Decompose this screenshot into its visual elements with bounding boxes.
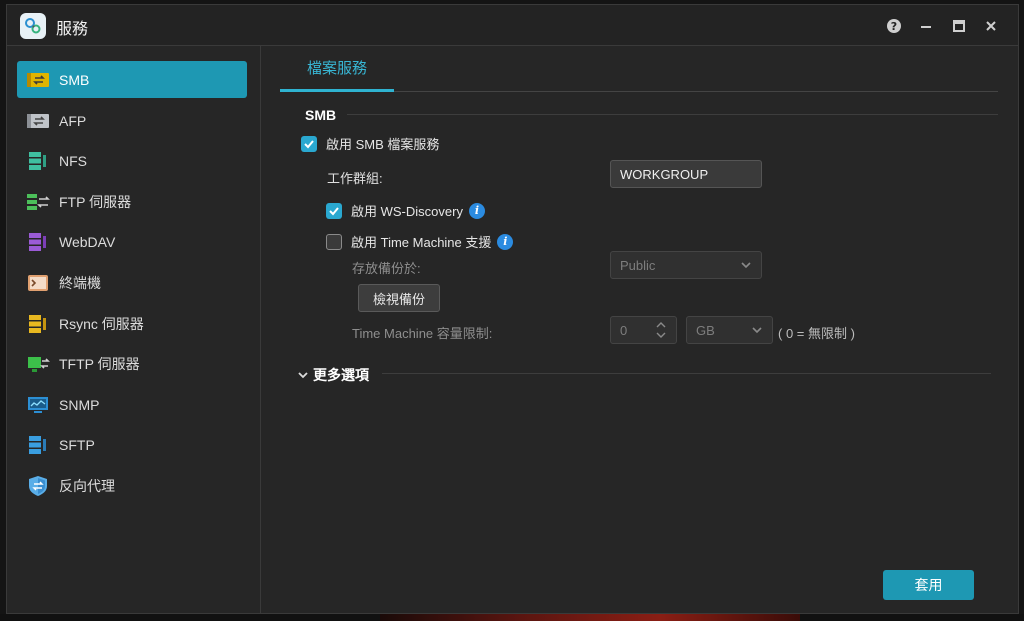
sidebar-item-nfs[interactable]: NFS <box>17 142 247 179</box>
sidebar-item-rsync[interactable]: Rsync 伺服器 <box>17 305 247 342</box>
more-options-toggle[interactable]: 更多選項 <box>297 365 369 385</box>
time-machine-checkbox[interactable]: 啟用 Time Machine 支援 i <box>326 232 514 251</box>
capacity-label: Time Machine 容量限制: <box>352 326 493 341</box>
title-bar: 服務 ? <box>7 5 1018 46</box>
sftp-icon <box>25 434 51 456</box>
more-options-divider <box>382 373 991 374</box>
sidebar-item-webdav[interactable]: WebDAV <box>17 223 247 260</box>
stepper-arrows-icon[interactable] <box>656 320 666 340</box>
window-title: 服務 <box>56 21 89 38</box>
smb-icon <box>25 69 51 91</box>
capacity-unit-select[interactable]: GB <box>686 316 773 344</box>
backup-location-label: 存放備份於: <box>352 261 421 276</box>
sidebar-item-snmp[interactable]: SNMP <box>17 386 247 423</box>
sidebar-item-ftp[interactable]: FTP 伺服器 <box>17 183 247 220</box>
chevron-down-icon <box>752 327 762 334</box>
maximize-icon[interactable] <box>950 17 968 35</box>
chevron-down-icon <box>741 262 751 269</box>
webdav-icon <box>25 231 51 253</box>
close-icon[interactable] <box>982 17 1000 35</box>
sidebar-item-smb[interactable]: SMB <box>17 61 247 98</box>
section-divider <box>347 114 998 115</box>
svg-text:?: ? <box>891 20 897 33</box>
sidebar-item-afp[interactable]: AFP <box>17 102 247 139</box>
checkbox-checked-icon <box>301 135 317 152</box>
tftp-icon <box>25 353 51 375</box>
section-title: SMB <box>305 107 337 123</box>
workgroup-input[interactable]: WORKGROUP <box>610 160 762 188</box>
enable-smb-checkbox[interactable]: 啟用 SMB 檔案服務 <box>301 134 439 153</box>
nfs-icon <box>25 150 51 172</box>
ws-discovery-checkbox[interactable]: 啟用 WS-Discovery i <box>326 201 485 220</box>
capacity-hint: ( 0 = 無限制 ) <box>778 326 855 341</box>
tab-file-services[interactable]: 檔案服務 <box>280 46 394 92</box>
checkbox-checked-icon <box>326 202 342 219</box>
sidebar-item-sftp[interactable]: SFTP <box>17 426 247 463</box>
terminal-icon <box>25 272 51 294</box>
chevron-down-icon <box>298 372 308 379</box>
backup-location-select[interactable]: Public <box>610 251 762 279</box>
main-panel: 檔案服務 SMB 啟用 SMB 檔案服務 工作群組: WORKGROUP 啟用 … <box>262 46 1018 613</box>
services-window: 服務 ? SMB AFP NFS FTP 伺服器 WebDAV 終端機 Rsyn… <box>6 4 1019 614</box>
desktop-wallpaper <box>380 614 800 621</box>
rsync-icon <box>25 313 51 335</box>
tab-bar: 檔案服務 <box>280 46 998 92</box>
capacity-stepper[interactable]: 0 <box>610 316 677 344</box>
app-icon <box>20 13 46 39</box>
checkbox-unchecked-icon <box>326 233 342 250</box>
help-icon[interactable]: ? <box>885 17 903 35</box>
sidebar: SMB AFP NFS FTP 伺服器 WebDAV 終端機 Rsync 伺服器… <box>7 46 261 613</box>
apply-button[interactable]: 套用 <box>883 570 974 600</box>
snmp-icon <box>25 394 51 416</box>
view-backup-button[interactable]: 檢視備份 <box>358 284 440 312</box>
reverse-proxy-icon <box>25 475 51 497</box>
workgroup-label: 工作群組: <box>327 171 383 186</box>
info-icon[interactable]: i <box>468 202 485 219</box>
minimize-icon[interactable] <box>917 17 935 35</box>
desktop-background <box>0 614 1024 621</box>
ftp-icon <box>25 191 51 213</box>
sidebar-item-terminal[interactable]: 終端機 <box>17 264 247 301</box>
sidebar-item-tftp[interactable]: TFTP 伺服器 <box>17 345 247 382</box>
afp-icon <box>25 110 51 132</box>
info-icon[interactable]: i <box>497 233 514 250</box>
sidebar-item-reverse-proxy[interactable]: 反向代理 <box>17 467 247 504</box>
